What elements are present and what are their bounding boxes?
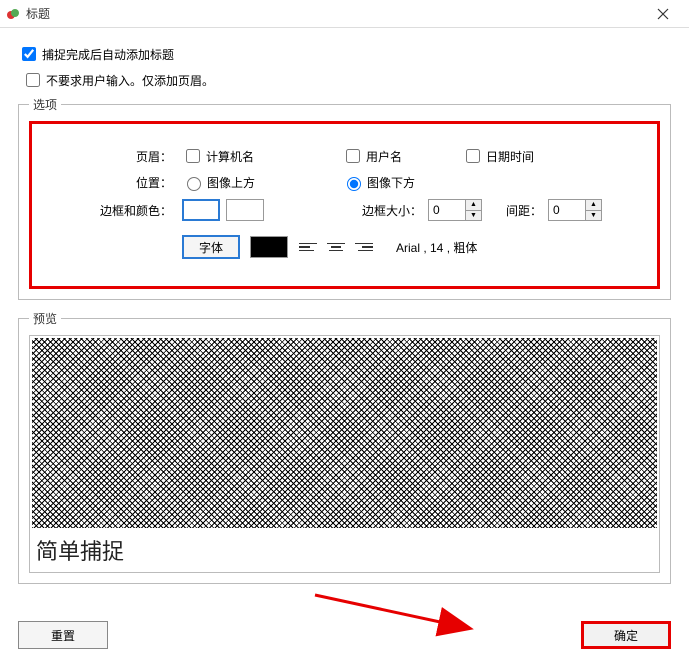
location-above-radio[interactable]: 图像上方 xyxy=(182,174,342,191)
border-size-down[interactable]: ▼ xyxy=(466,211,481,221)
spacing-label: 间距： xyxy=(506,202,542,219)
location-below-radio[interactable]: 图像下方 xyxy=(342,174,462,191)
auto-add-title-input[interactable] xyxy=(22,47,36,61)
spacing-value[interactable]: 0 xyxy=(549,200,585,220)
spacing-field[interactable]: 0 ▲ ▼ xyxy=(548,199,602,221)
computer-name-input[interactable] xyxy=(186,149,200,163)
spacing-down[interactable]: ▼ xyxy=(586,211,601,221)
date-time-input[interactable] xyxy=(466,149,480,163)
border-size-up[interactable]: ▲ xyxy=(466,200,481,211)
border-color-swatch-1[interactable] xyxy=(182,199,220,221)
ok-button[interactable]: 确定 xyxy=(581,621,671,649)
border-color-label: 边框和颜色： xyxy=(42,202,182,219)
app-icon xyxy=(6,7,20,21)
computer-name-checkbox[interactable]: 计算机名 xyxy=(182,146,342,166)
reset-button[interactable]: 重置 xyxy=(18,621,108,649)
font-button-label: 字体 xyxy=(199,239,223,256)
options-group: 选项 页眉： 计算机名 用户名 日期时间 xyxy=(18,96,671,300)
font-description: Arial , 14 , 粗体 xyxy=(396,239,477,256)
location-label: 位置： xyxy=(42,174,182,191)
no-user-input-label: 不要求用户输入。仅添加页眉。 xyxy=(46,72,214,89)
preview-pattern xyxy=(32,338,657,528)
font-color-swatch[interactable] xyxy=(250,236,288,258)
border-size-label: 边框大小： xyxy=(362,202,422,219)
close-button[interactable] xyxy=(643,0,683,28)
user-name-input[interactable] xyxy=(346,149,360,163)
options-highlight: 页眉： 计算机名 用户名 日期时间 xyxy=(29,121,660,289)
titlebar: 标题 xyxy=(0,0,689,28)
date-time-label: 日期时间 xyxy=(486,148,534,165)
location-above-label: 图像上方 xyxy=(207,174,255,191)
border-size-value[interactable]: 0 xyxy=(429,200,465,220)
no-user-input-checkbox[interactable]: 不要求用户输入。仅添加页眉。 xyxy=(22,70,671,90)
ok-button-label: 确定 xyxy=(614,627,638,644)
border-color-swatch-2[interactable] xyxy=(226,199,264,221)
spacing-up[interactable]: ▲ xyxy=(586,200,601,211)
header-label: 页眉： xyxy=(42,148,182,165)
location-above-input[interactable] xyxy=(187,177,201,191)
date-time-checkbox[interactable]: 日期时间 xyxy=(462,146,622,166)
font-button[interactable]: 字体 xyxy=(182,235,240,259)
auto-add-title-checkbox[interactable]: 捕捉完成后自动添加标题 xyxy=(18,44,671,64)
computer-name-label: 计算机名 xyxy=(206,148,254,165)
auto-add-title-label: 捕捉完成后自动添加标题 xyxy=(42,46,174,63)
window-title: 标题 xyxy=(26,5,643,22)
preview-group: 预览 简单捕捉 xyxy=(18,310,671,584)
align-right-icon[interactable] xyxy=(355,239,373,255)
no-user-input-input[interactable] xyxy=(26,73,40,87)
align-left-icon[interactable] xyxy=(299,239,317,255)
preview-caption: 简单捕捉 xyxy=(32,528,657,570)
align-center-icon[interactable] xyxy=(327,239,345,255)
preview-box: 简单捕捉 xyxy=(29,335,660,573)
location-below-input[interactable] xyxy=(347,177,361,191)
user-name-checkbox[interactable]: 用户名 xyxy=(342,146,462,166)
location-below-label: 图像下方 xyxy=(367,174,415,191)
user-name-label: 用户名 xyxy=(366,148,402,165)
preview-legend: 预览 xyxy=(29,310,61,327)
reset-button-label: 重置 xyxy=(51,627,75,644)
options-legend: 选项 xyxy=(29,96,61,113)
border-size-field[interactable]: 0 ▲ ▼ xyxy=(428,199,482,221)
